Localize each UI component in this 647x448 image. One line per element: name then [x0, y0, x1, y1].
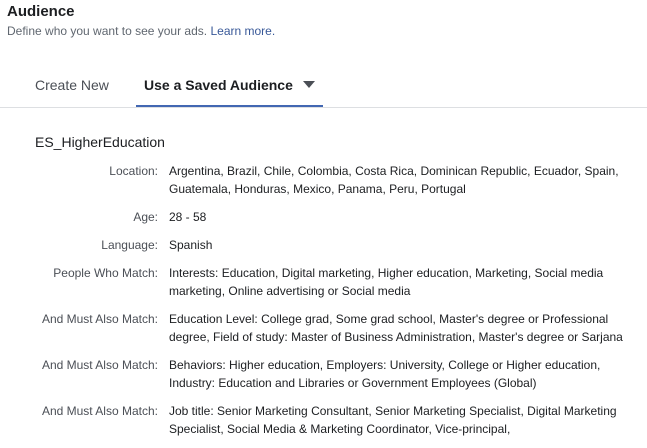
detail-row-must-match-behaviors: And Must Also Match: Behaviors: Higher e…: [0, 356, 647, 392]
detail-row-must-match-job-title: And Must Also Match: Job title: Senior M…: [0, 402, 647, 438]
detail-row-must-match-education: And Must Also Match: Education Level: Co…: [0, 310, 647, 346]
subtitle-text: Define who you want to see your ads.: [7, 24, 208, 38]
audience-details: Location: Argentina, Brazil, Chile, Colo…: [0, 162, 647, 448]
section-subtitle: Define who you want to see your ads. Lea…: [7, 23, 275, 39]
audience-header: Audience Define who you want to see your…: [7, 2, 275, 39]
detail-row-location: Location: Argentina, Brazil, Chile, Colo…: [0, 162, 647, 198]
detail-value: Spanish: [169, 238, 213, 252]
audience-tabs: Create New Use a Saved Audience: [0, 64, 647, 108]
tab-saved-audience-label: Use a Saved Audience: [144, 77, 293, 93]
detail-value: Behaviors: Higher education, Employers: …: [169, 358, 601, 390]
learn-more-link[interactable]: Learn more.: [210, 24, 275, 38]
detail-value: Interests: Education, Digital marketing,…: [169, 266, 604, 298]
detail-value: 28 - 58: [169, 210, 207, 224]
detail-label: And Must Also Match:: [41, 312, 158, 326]
detail-row-age: Age: 28 - 58: [0, 208, 647, 226]
caret-down-icon: [302, 81, 315, 88]
detail-row-people-who-match: People Who Match: Interests: Education, …: [0, 264, 647, 300]
saved-audience-name: ES_HigherEducation: [35, 134, 165, 150]
detail-label: Age:: [133, 210, 158, 224]
detail-label: People Who Match:: [53, 266, 158, 280]
detail-label: And Must Also Match:: [41, 358, 158, 372]
detail-value: Job title: Senior Marketing Consultant, …: [169, 404, 617, 436]
detail-label: And Must Also Match:: [41, 404, 158, 418]
tab-create-new[interactable]: Create New: [35, 76, 109, 94]
detail-label: Location:: [109, 164, 158, 178]
section-title: Audience: [7, 3, 75, 20]
active-tab-indicator: [136, 105, 323, 107]
detail-value: Argentina, Brazil, Chile, Colombia, Cost…: [169, 164, 619, 196]
detail-label: Language:: [101, 238, 158, 252]
detail-value: Education Level: College grad, Some grad…: [169, 312, 623, 344]
detail-row-language: Language: Spanish: [0, 236, 647, 254]
tab-saved-audience[interactable]: Use a Saved Audience: [136, 76, 323, 107]
